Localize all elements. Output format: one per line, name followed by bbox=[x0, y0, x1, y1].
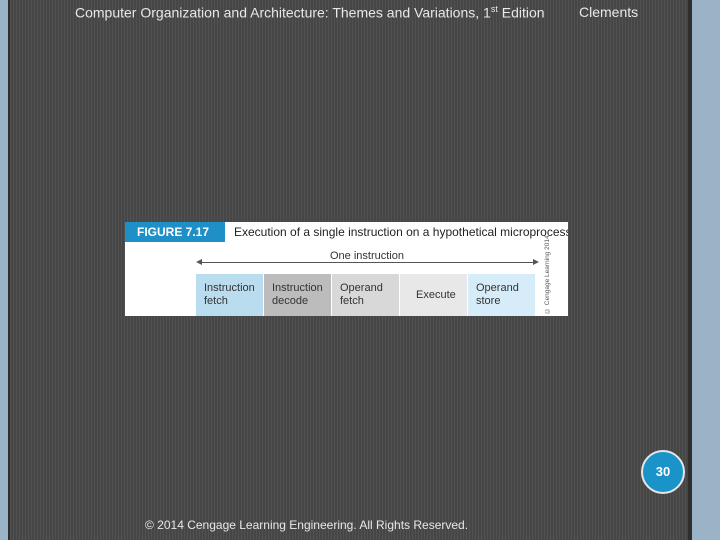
pipeline-stages: Instruction fetch Instruction decode Opera… bbox=[196, 274, 536, 316]
figure-credit: © Cengage Learning 2014 bbox=[544, 235, 551, 314]
page-number-badge: 30 bbox=[641, 450, 685, 494]
span-label: One instruction bbox=[330, 250, 404, 262]
stage-instruction-fetch: Instruction fetch bbox=[196, 274, 264, 316]
stage-instruction-decode: Instruction decode bbox=[264, 274, 332, 316]
stage-execute: Execute bbox=[400, 274, 468, 316]
slide-right-border bbox=[688, 0, 692, 540]
stage-operand-store: Operand store bbox=[468, 274, 536, 316]
figure-image: FIGURE 7.17 Execution of a single instru… bbox=[125, 222, 568, 316]
figure-caption: Execution of a single instruction on a h… bbox=[234, 225, 568, 239]
slide-header-author: Clements bbox=[579, 4, 639, 20]
stage-operand-fetch: Operand fetch bbox=[332, 274, 400, 316]
arrow-left-icon bbox=[196, 259, 202, 265]
span-arrow-line bbox=[198, 262, 536, 263]
slide-header-title: Computer Organization and Architecture: … bbox=[75, 4, 545, 21]
slide-footer: © 2014 Cengage Learning Engineering. All… bbox=[145, 518, 469, 532]
arrow-right-icon bbox=[533, 259, 539, 265]
figure-label: FIGURE 7.17 bbox=[125, 222, 225, 242]
